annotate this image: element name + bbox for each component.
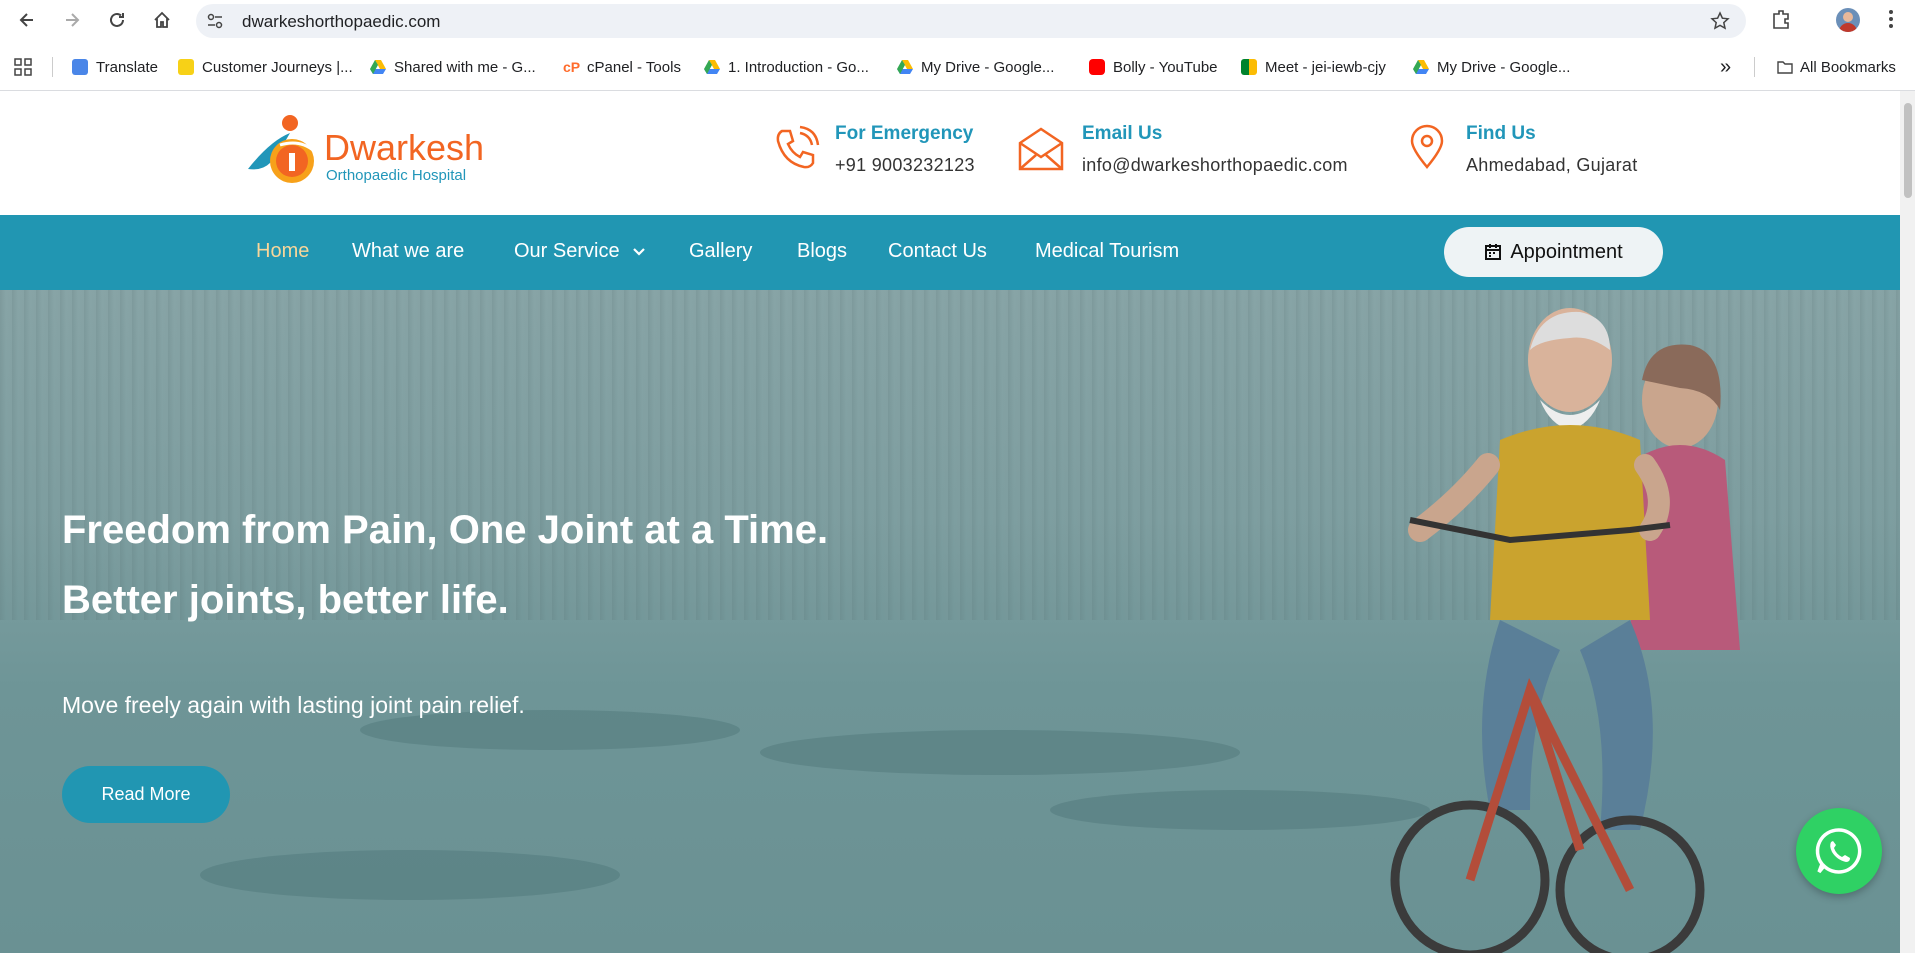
hero-title-line-1: Freedom from Pain, One Joint at a Time. <box>62 508 829 552</box>
web-page: Dwarkesh Orthopaedic Hospital For Emerge… <box>0 91 1915 953</box>
bookmark-label: My Drive - Google... <box>1437 58 1571 76</box>
bookmarks-divider <box>52 57 53 77</box>
nav-our-service-label: Our Service <box>514 240 620 262</box>
find-title: Find Us <box>1466 123 1536 144</box>
more-menu-icon[interactable] <box>1884 8 1898 30</box>
main-nav: Home What we are Our Service Gallery Blo… <box>0 215 1900 290</box>
profile-avatar[interactable] <box>1836 8 1860 32</box>
site-header: Dwarkesh Orthopaedic Hospital For Emerge… <box>0 91 1900 215</box>
all-bookmarks-label: All Bookmarks <box>1800 58 1896 76</box>
emergency-phone[interactable]: +91 9003232123 <box>835 155 975 176</box>
hero-background-shadow <box>760 730 1240 775</box>
find-location: Ahmedabad, Gujarat <box>1466 155 1638 175</box>
whatsapp-button[interactable] <box>1796 808 1882 894</box>
google-drive-icon <box>897 59 913 75</box>
phone-icon <box>776 125 820 169</box>
hero-couple-bicycle-image <box>1390 308 1740 953</box>
google-translate-icon <box>72 59 88 75</box>
bookmark-label: cPanel - Tools <box>587 58 681 76</box>
home-button[interactable] <box>150 8 174 32</box>
appointment-label: Appointment <box>1510 240 1623 263</box>
address-bar[interactable]: dwarkeshorthopaedic.com <box>196 4 1746 38</box>
emergency-title: For Emergency <box>835 123 974 144</box>
back-button[interactable] <box>15 8 39 32</box>
page-scrollbar[interactable] <box>1900 91 1915 953</box>
bookmarks-divider <box>1754 57 1755 77</box>
bookmark-customer-journeys[interactable]: Customer Journeys |... <box>178 56 353 78</box>
nav-home[interactable]: Home <box>256 240 309 263</box>
calendar-icon <box>1485 244 1502 260</box>
browser-toolbar: dwarkeshorthopaedic.com <box>0 0 1915 41</box>
cpanel-icon: cP <box>563 59 581 75</box>
nav-gallery[interactable]: Gallery <box>689 240 752 263</box>
google-drive-icon <box>1413 59 1429 75</box>
bookmark-my-drive[interactable]: My Drive - Google... <box>897 56 1054 78</box>
extensions-icon[interactable] <box>1770 8 1792 30</box>
home-icon <box>154 11 170 28</box>
bookmarks-bar: Translate Customer Journeys |... Shared … <box>0 41 1915 91</box>
arrow-left-icon <box>19 13 33 27</box>
logo-subtitle: Orthopaedic Hospital <box>326 167 467 184</box>
bookmark-my-drive-2[interactable]: My Drive - Google... <box>1413 56 1570 78</box>
nav-what-we-are[interactable]: What we are <box>352 240 464 263</box>
site-info-icon[interactable] <box>206 12 224 30</box>
reload-icon <box>110 12 124 27</box>
bookmark-label: Shared with me - G... <box>394 58 536 76</box>
youtube-icon <box>1089 59 1105 75</box>
bookmark-star-icon[interactable] <box>1710 11 1730 31</box>
bookmark-label: 1. Introduction - Go... <box>728 58 869 76</box>
whatsapp-icon <box>1815 828 1862 874</box>
bookmark-cpanel[interactable]: cP cPanel - Tools <box>563 56 681 78</box>
url-text: dwarkeshorthopaedic.com <box>242 12 441 31</box>
google-drive-icon <box>704 59 720 75</box>
bookmark-shared-with-me[interactable]: Shared with me - G... <box>370 56 536 78</box>
nav-contact-us[interactable]: Contact Us <box>888 240 987 263</box>
bookmark-meet[interactable]: Meet - jei-iewb-cjy <box>1241 56 1386 78</box>
logo-emblem-icon <box>248 115 315 183</box>
hero-subtitle: Move freely again with lasting joint pai… <box>62 692 525 718</box>
google-drive-icon <box>370 59 386 75</box>
bookmark-introduction[interactable]: 1. Introduction - Go... <box>704 56 869 78</box>
forward-button[interactable] <box>60 8 84 32</box>
apps-grid-icon[interactable] <box>14 58 32 76</box>
bookmark-label: Meet - jei-iewb-cjy <box>1265 58 1386 76</box>
hero-title-line-2: Better joints, better life. <box>62 578 509 622</box>
map-pin-icon <box>1410 124 1444 169</box>
bookmark-label: Bolly - YouTube <box>1113 58 1218 76</box>
nav-blogs[interactable]: Blogs <box>797 240 847 263</box>
appointment-button[interactable]: Appointment <box>1444 227 1663 277</box>
reload-button[interactable] <box>105 8 129 32</box>
bookmark-label: My Drive - Google... <box>921 58 1055 76</box>
hero-background-shadow <box>200 850 620 900</box>
chevron-down-icon <box>633 248 645 256</box>
bookmark-label: Translate <box>96 58 158 76</box>
envelope-icon <box>1018 127 1064 171</box>
nav-medical-tourism[interactable]: Medical Tourism <box>1035 240 1179 263</box>
nav-our-service[interactable]: Our Service <box>514 240 645 263</box>
hero-banner: Freedom from Pain, One Joint at a Time. … <box>0 290 1900 953</box>
hero-background-shadow <box>1050 790 1430 830</box>
arrow-right-icon <box>66 13 80 27</box>
google-meet-icon <box>1241 59 1257 75</box>
folder-icon <box>1776 59 1793 75</box>
logo-name: Dwarkesh <box>324 127 485 168</box>
customer-journeys-icon <box>178 59 194 75</box>
site-logo[interactable]: Dwarkesh Orthopaedic Hospital <box>240 111 490 191</box>
scrollbar-thumb[interactable] <box>1904 103 1912 198</box>
read-more-button[interactable]: Read More <box>62 766 230 823</box>
bookmark-label: Customer Journeys |... <box>202 58 353 76</box>
email-address[interactable]: info@dwarkeshorthopaedic.com <box>1082 155 1348 176</box>
bookmarks-overflow-button[interactable]: » <box>1720 56 1731 78</box>
email-title: Email Us <box>1082 123 1163 144</box>
bookmark-bolly-youtube[interactable]: Bolly - YouTube <box>1089 56 1218 78</box>
bookmark-translate[interactable]: Translate <box>72 56 158 78</box>
all-bookmarks-button[interactable]: All Bookmarks <box>1776 56 1896 78</box>
